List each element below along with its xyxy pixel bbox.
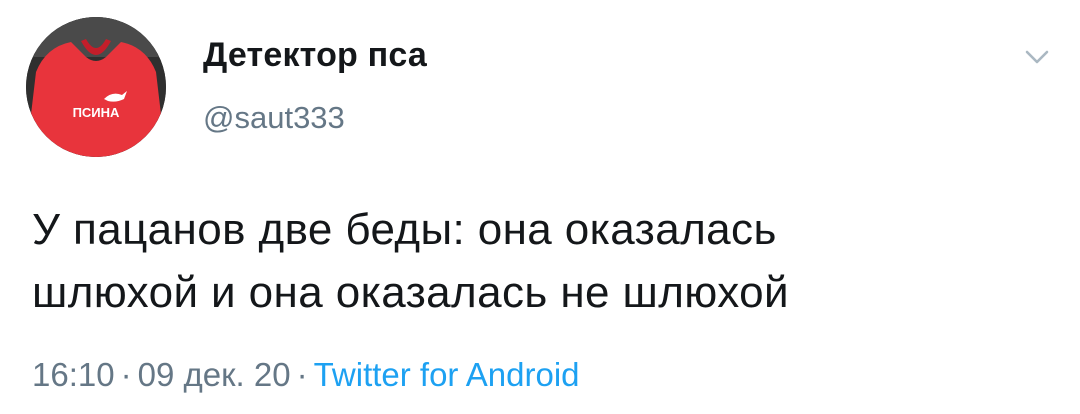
tweet-source-link[interactable]: Twitter for Android — [314, 356, 580, 393]
display-name[interactable]: Детектор пса — [203, 36, 427, 75]
meta-separator: · — [120, 356, 132, 393]
tweet-date: 09 дек. 20 — [137, 356, 291, 393]
tweet-time: 16:10 — [32, 356, 115, 393]
avatar-image: ПСИНА — [26, 17, 166, 157]
tweet-meta: 16:10 · 09 дек. 20 · Twitter for Android — [32, 356, 580, 394]
user-handle[interactable]: @saut333 — [203, 100, 345, 136]
avatar-shirt-text: ПСИНА — [73, 105, 120, 120]
tweet-text-line: шлюхой и она оказалась не шлюхой — [32, 268, 789, 317]
tweet-card: ПСИНА Детектор пса @saut333 У пацанов дв… — [0, 0, 1080, 414]
meta-separator: · — [296, 356, 308, 393]
tweet-text-line: У пацанов две беды: она оказалась — [32, 205, 777, 254]
avatar[interactable]: ПСИНА — [26, 17, 166, 157]
tweet-text: У пацанов две беды: она оказалась шлюхой… — [32, 198, 1062, 324]
chevron-down-icon[interactable] — [1020, 40, 1054, 74]
